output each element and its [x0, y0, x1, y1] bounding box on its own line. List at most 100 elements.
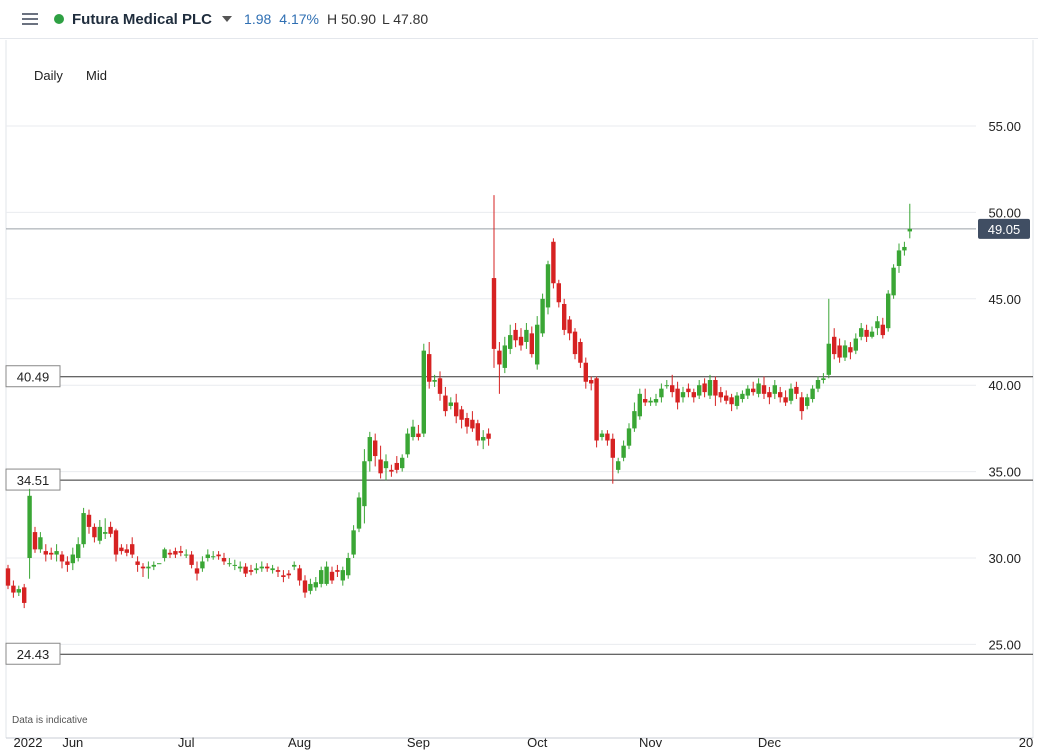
- candle-body[interactable]: [556, 283, 561, 303]
- candle-body[interactable]: [810, 388, 815, 400]
- candle-body[interactable]: [875, 321, 880, 329]
- candle-body[interactable]: [346, 558, 351, 576]
- candle-body[interactable]: [275, 570, 281, 572]
- candle-body[interactable]: [907, 228, 912, 232]
- candle-body[interactable]: [464, 418, 470, 427]
- candle-body[interactable]: [545, 264, 551, 308]
- candle-body[interactable]: [124, 549, 129, 553]
- candle-body[interactable]: [427, 354, 432, 382]
- candle-body[interactable]: [302, 580, 308, 593]
- candle-body[interactable]: [653, 399, 659, 403]
- candle-body[interactable]: [248, 570, 254, 572]
- candle-body[interactable]: [400, 457, 405, 469]
- candle-body[interactable]: [383, 461, 389, 469]
- candle-body[interactable]: [751, 388, 756, 393]
- candle-body[interactable]: [329, 571, 335, 581]
- candle-body[interactable]: [632, 411, 637, 429]
- candle-body[interactable]: [783, 397, 788, 403]
- candle-body[interactable]: [232, 564, 237, 566]
- candle-body[interactable]: [729, 397, 734, 405]
- candle-body[interactable]: [529, 333, 534, 355]
- candle-body[interactable]: [475, 423, 480, 441]
- candle-body[interactable]: [761, 385, 767, 394]
- candle-body[interactable]: [610, 438, 615, 458]
- candle-body[interactable]: [848, 347, 853, 353]
- candle-body[interactable]: [454, 402, 459, 417]
- candle-body[interactable]: [648, 400, 653, 403]
- candle-body[interactable]: [205, 554, 210, 558]
- candle-body[interactable]: [49, 552, 54, 555]
- candle-body[interactable]: [589, 380, 594, 384]
- candle-body[interactable]: [567, 319, 572, 334]
- candle-body[interactable]: [38, 537, 43, 550]
- candle-body[interactable]: [691, 392, 696, 398]
- candle-body[interactable]: [594, 378, 599, 441]
- candle-body[interactable]: [896, 250, 902, 266]
- candle-body[interactable]: [724, 395, 729, 401]
- candle-body[interactable]: [281, 575, 286, 578]
- candle-body[interactable]: [254, 568, 259, 571]
- candle-body[interactable]: [70, 554, 75, 564]
- candle-body[interactable]: [432, 380, 437, 382]
- candle-body[interactable]: [864, 329, 869, 337]
- candle-body[interactable]: [448, 402, 453, 406]
- candle-body[interactable]: [378, 459, 383, 474]
- candle-body[interactable]: [221, 558, 227, 562]
- candle-body[interactable]: [216, 554, 221, 557]
- candle-body[interactable]: [583, 362, 588, 382]
- candle-body[interactable]: [686, 388, 691, 393]
- candle-body[interactable]: [367, 437, 372, 462]
- candle-body[interactable]: [605, 433, 610, 441]
- candle-body[interactable]: [340, 570, 345, 581]
- candle-body[interactable]: [11, 585, 16, 593]
- candle-body[interactable]: [697, 385, 702, 396]
- candle-body[interactable]: [621, 445, 626, 458]
- candle-body[interactable]: [259, 566, 264, 569]
- candle-body[interactable]: [902, 246, 907, 251]
- candle-body[interactable]: [502, 345, 507, 368]
- candle-body[interactable]: [97, 526, 102, 541]
- candle-body[interactable]: [362, 461, 367, 507]
- candle-body[interactable]: [297, 568, 302, 581]
- candle-body[interactable]: [394, 462, 399, 470]
- candle-body[interactable]: [65, 561, 70, 565]
- candle-body[interactable]: [319, 570, 324, 584]
- candle-body[interactable]: [238, 566, 243, 569]
- candle-body[interactable]: [745, 388, 750, 396]
- candle-body[interactable]: [513, 329, 518, 341]
- candle-body[interactable]: [54, 551, 59, 555]
- candle-body[interactable]: [292, 564, 297, 567]
- candle-body[interactable]: [140, 566, 146, 569]
- candle-body[interactable]: [211, 556, 216, 558]
- candle-body[interactable]: [842, 345, 848, 358]
- candle-body[interactable]: [356, 497, 362, 529]
- candle-body[interactable]: [826, 343, 831, 375]
- candle-body[interactable]: [734, 395, 740, 406]
- candle-body[interactable]: [880, 324, 885, 336]
- candle-body[interactable]: [270, 568, 275, 571]
- candle-body[interactable]: [497, 350, 502, 365]
- candle-body[interactable]: [562, 303, 567, 330]
- candle-body[interactable]: [616, 461, 621, 470]
- candle-body[interactable]: [805, 397, 810, 406]
- candle-body[interactable]: [508, 335, 513, 349]
- candle-body[interactable]: [146, 566, 151, 569]
- candle-body[interactable]: [767, 392, 772, 398]
- candle-body[interactable]: [265, 566, 270, 569]
- candle-body[interactable]: [443, 395, 448, 412]
- candle-body[interactable]: [86, 514, 92, 527]
- candle-body[interactable]: [437, 378, 443, 394]
- candle-body[interactable]: [416, 433, 421, 438]
- candle-body[interactable]: [756, 383, 761, 394]
- candle-body[interactable]: [626, 428, 632, 446]
- candle-body[interactable]: [16, 589, 21, 593]
- candle-body[interactable]: [421, 350, 426, 434]
- candle-body[interactable]: [227, 563, 232, 565]
- candle-body[interactable]: [108, 526, 113, 534]
- candle-body[interactable]: [313, 582, 318, 588]
- candle-body[interactable]: [481, 437, 486, 441]
- candle-body[interactable]: [859, 328, 864, 337]
- candle-body[interactable]: [243, 566, 248, 574]
- candle-body[interactable]: [799, 397, 804, 412]
- candle-body[interactable]: [43, 551, 48, 555]
